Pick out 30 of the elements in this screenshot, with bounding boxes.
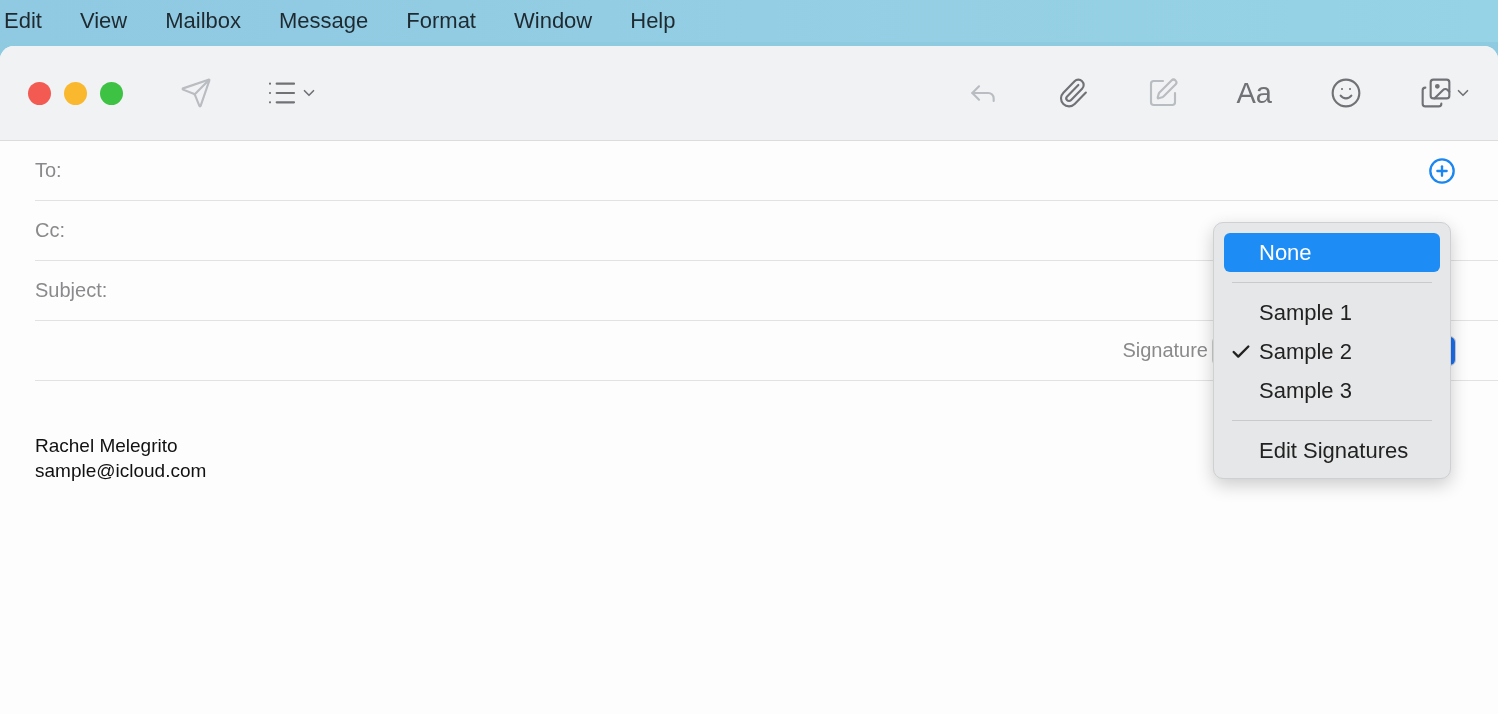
field-label: To:: [35, 159, 62, 182]
menu-item-label: Sample 3: [1259, 377, 1352, 404]
paper-plane-icon: [180, 77, 212, 109]
menu-title[interactable]: Window: [514, 8, 593, 34]
menu-item[interactable]: Sample 1: [1224, 293, 1440, 332]
add-contact-button[interactable]: [1428, 156, 1456, 185]
signature-text: Rachel Melegrito: [35, 434, 178, 458]
menu-item-label: Sample 1: [1259, 299, 1352, 326]
menu-item[interactable]: Edit Signatures: [1224, 431, 1440, 470]
menu-title[interactable]: Mailbox: [165, 8, 242, 34]
menu-title[interactable]: Format: [406, 8, 476, 34]
field-label: Cc:: [35, 219, 65, 242]
menu-item-label: Sample 2: [1259, 338, 1352, 365]
close-button[interactable]: [28, 81, 51, 105]
menu-title[interactable]: Message: [279, 8, 369, 34]
smiley-icon: [1330, 77, 1362, 109]
signature-text: sample@icloud.com: [35, 459, 207, 483]
menu-title[interactable]: Edit: [4, 8, 42, 34]
minimize-button[interactable]: [64, 81, 87, 105]
zoom-button[interactable]: [100, 81, 123, 105]
menu-item[interactable]: Sample 3: [1224, 371, 1440, 410]
menu-title[interactable]: Help: [630, 8, 676, 34]
menu-item[interactable]: Sample 2: [1224, 332, 1440, 371]
field-label: Subject:: [35, 279, 108, 302]
format-button[interactable]: Aa: [1236, 73, 1272, 113]
signature-label: Signature: [1122, 339, 1208, 362]
photos-icon: [1420, 77, 1452, 109]
menu-title[interactable]: View: [79, 8, 128, 34]
menu-item-label: Edit Signatures: [1259, 437, 1409, 464]
menu-item-label: None: [1259, 239, 1312, 266]
